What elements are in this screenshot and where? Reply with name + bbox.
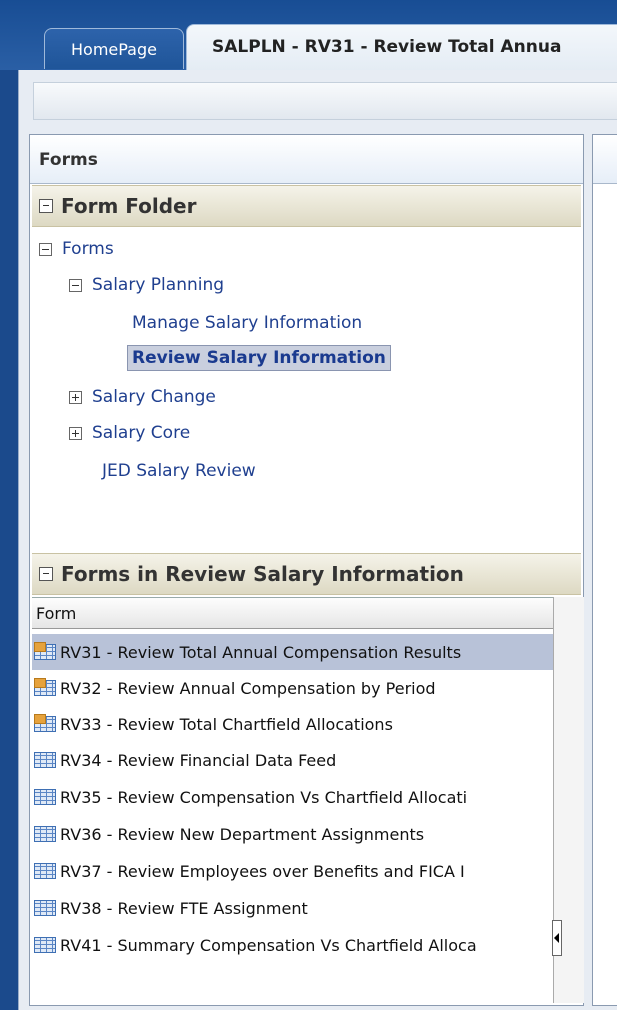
form-folder-title: Form Folder	[61, 194, 197, 218]
table-row[interactable]: RV36 - Review New Department Assignments	[32, 816, 553, 852]
form-icon	[34, 937, 56, 953]
forms-panel-header: Forms	[30, 135, 583, 184]
table-row[interactable]: RV33 - Review Total Chartfield Allocatio…	[32, 706, 553, 742]
tab-homepage[interactable]: HomePage	[44, 28, 184, 69]
tree-node-salary-change-label: Salary Change	[92, 387, 216, 407]
forms-panel: Forms Form Folder Forms Salary Planning …	[29, 134, 584, 1006]
expand-icon[interactable]	[69, 390, 82, 404]
tree-node-manage-salary-label: Manage Salary Information	[132, 313, 363, 333]
composite-form-icon	[34, 642, 56, 660]
tree-node-forms[interactable]: Forms	[39, 239, 114, 259]
content-pane	[592, 134, 617, 1006]
forms-list-title: Forms in Review Salary Information	[61, 562, 464, 586]
form-icon	[34, 789, 56, 805]
table-row[interactable]: RV41 - Summary Compensation Vs Chartfiel…	[32, 927, 553, 963]
composite-form-icon	[34, 714, 56, 732]
tree-node-salary-change[interactable]: Salary Change	[69, 387, 216, 407]
tab-active-label: SALPLN - RV31 - Review Total Annua	[212, 37, 562, 57]
toolbar	[33, 82, 617, 120]
expand-icon[interactable]	[69, 426, 82, 440]
tree-node-forms-label: Forms	[62, 239, 114, 259]
forms-panel-title: Forms	[39, 150, 98, 170]
forms-list-header[interactable]: Forms in Review Salary Information	[32, 553, 581, 595]
tab-active-form[interactable]: SALPLN - RV31 - Review Total Annua	[186, 24, 617, 71]
table-row[interactable]: RV32 - Review Annual Compensation by Per…	[32, 670, 553, 706]
form-label: RV37 - Review Employees over Benefits an…	[60, 861, 465, 881]
tree-node-manage-salary[interactable]: Manage Salary Information	[132, 313, 362, 333]
tab-homepage-label: HomePage	[71, 39, 157, 59]
form-label: RV41 - Summary Compensation Vs Chartfiel…	[60, 935, 477, 955]
table-row[interactable]: RV31 - Review Total Annual Compensation …	[32, 634, 553, 670]
collapse-icon[interactable]	[39, 567, 53, 581]
tree-node-review-salary[interactable]: Review Salary Information	[127, 345, 391, 371]
form-label: RV38 - Review FTE Assignment	[60, 898, 308, 918]
forms-grid: Form RV31 - Review Total Annual Compensa…	[32, 597, 553, 1004]
composite-form-icon	[34, 678, 56, 696]
form-label: RV36 - Review New Department Assignments	[60, 824, 425, 844]
tree-node-review-salary-label: Review Salary Information	[132, 348, 386, 368]
form-icon	[34, 752, 56, 768]
form-icon	[34, 863, 56, 879]
tab-bar: HomePage SALPLN - RV31 - Review Total An…	[0, 0, 617, 71]
tree-node-jed-label: JED Salary Review	[102, 461, 256, 481]
folder-tree: Forms Salary Planning Manage Salary Info…	[30, 229, 583, 549]
tree-node-salary-planning[interactable]: Salary Planning	[69, 275, 224, 295]
collapse-icon[interactable]	[39, 199, 53, 213]
table-row[interactable]: RV35 - Review Compensation Vs Chartfield…	[32, 779, 553, 815]
table-row[interactable]: RV38 - Review FTE Assignment	[32, 890, 553, 926]
form-label: RV35 - Review Compensation Vs Chartfield…	[60, 787, 468, 807]
form-label: RV33 - Review Total Chartfield Allocatio…	[60, 714, 393, 734]
grid-column-header[interactable]: Form	[32, 598, 553, 629]
collapse-icon[interactable]	[69, 278, 82, 292]
form-icon	[34, 826, 56, 842]
form-label: RV31 - Review Total Annual Compensation …	[60, 642, 462, 662]
form-icon	[34, 900, 56, 916]
tree-node-salary-core-label: Salary Core	[92, 423, 191, 443]
grid-column-form: Form	[36, 603, 77, 623]
form-folder-header[interactable]: Form Folder	[32, 185, 581, 227]
table-row[interactable]: RV34 - Review Financial Data Feed	[32, 742, 553, 778]
tree-node-salary-core[interactable]: Salary Core	[69, 423, 190, 443]
collapse-panel-arrow-icon[interactable]	[552, 920, 562, 956]
tree-node-jed[interactable]: JED Salary Review	[102, 461, 256, 481]
form-label: RV32 - Review Annual Compensation by Per…	[60, 678, 436, 698]
table-row[interactable]: RV37 - Review Employees over Benefits an…	[32, 853, 553, 889]
form-label: RV34 - Review Financial Data Feed	[60, 750, 337, 770]
collapse-icon[interactable]	[39, 242, 52, 256]
tree-node-salary-planning-label: Salary Planning	[92, 275, 225, 295]
